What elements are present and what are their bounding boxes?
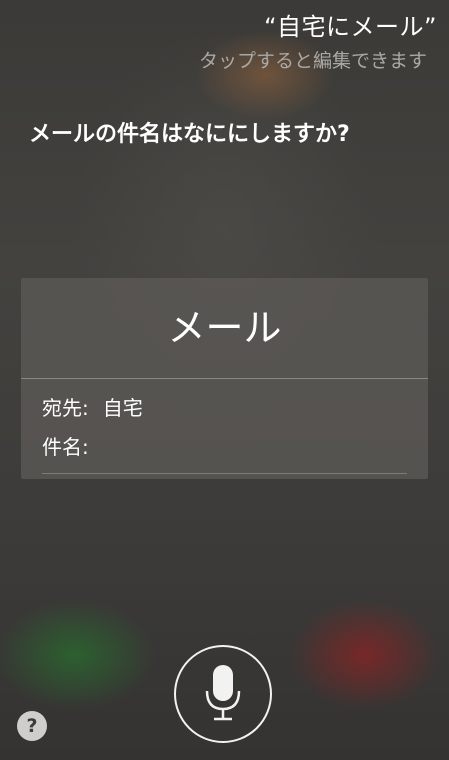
microphone-icon	[205, 665, 241, 721]
to-label: 宛先:	[42, 396, 89, 420]
question-mark-icon: ?	[26, 715, 38, 737]
tap-to-edit-hint[interactable]: タップすると編集できます	[199, 46, 427, 73]
siri-question: メールの件名はなににしますか?	[29, 122, 350, 147]
microphone-button[interactable]	[174, 645, 272, 743]
subject-label: 件名:	[42, 435, 89, 459]
mail-draft-card[interactable]: メール 宛先: 自宅 件名:	[21, 278, 428, 479]
to-value: 自宅	[102, 396, 143, 420]
to-field[interactable]: 宛先: 自宅	[42, 392, 143, 421]
mail-card-title: メール	[167, 306, 282, 350]
subject-underline	[42, 473, 407, 474]
card-divider	[21, 378, 428, 379]
help-button[interactable]: ?	[17, 711, 47, 741]
subject-field[interactable]: 件名:	[42, 431, 103, 460]
spoken-utterance[interactable]: “自宅にメール”	[264, 7, 437, 42]
